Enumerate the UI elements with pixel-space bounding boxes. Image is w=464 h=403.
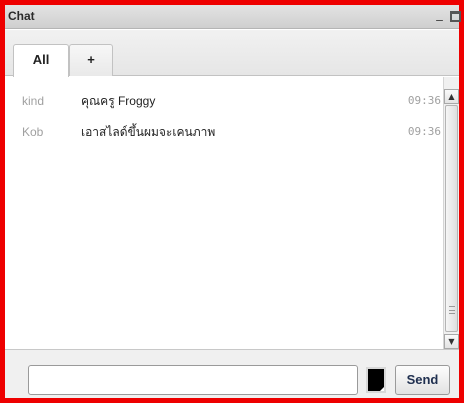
tab-bar: All + bbox=[5, 30, 459, 77]
message-sender[interactable]: Kob bbox=[22, 118, 43, 146]
tab-all[interactable]: All bbox=[13, 44, 69, 77]
message-row: kind คุณครู Froggy 09:36 bbox=[5, 87, 443, 115]
minimize-button[interactable]: _ bbox=[434, 8, 445, 24]
title-bar: Chat _ bbox=[5, 5, 461, 29]
send-button[interactable]: Send bbox=[395, 365, 450, 395]
message-text: คุณครู Froggy bbox=[81, 94, 156, 108]
message-text: เอาสไลด์ขึ้นผมจะเคนภาพ bbox=[81, 125, 216, 139]
message-time: 09:36 bbox=[407, 94, 441, 107]
chat-window: Chat _ All + kind คุณครู Froggy 09:36 Ko… bbox=[0, 0, 464, 403]
message-scrollbar[interactable]: ▲ ▼ bbox=[443, 77, 459, 349]
scroll-thumb[interactable] bbox=[445, 105, 458, 332]
window-title: Chat bbox=[8, 9, 35, 23]
scroll-down-icon[interactable]: ▼ bbox=[444, 334, 459, 349]
message-sender[interactable]: kind bbox=[22, 87, 44, 115]
message-list: kind คุณครู Froggy 09:36 Kob เอาสไลด์ขึ้… bbox=[5, 77, 443, 349]
text-color-picker[interactable] bbox=[366, 367, 386, 393]
message-time: 09:36 bbox=[407, 125, 441, 138]
composer-bar: Send bbox=[5, 349, 459, 398]
scroll-up-icon[interactable]: ▲ bbox=[444, 89, 459, 104]
message-input[interactable] bbox=[28, 365, 358, 395]
add-tab-button[interactable]: + bbox=[69, 44, 113, 76]
maximize-button[interactable] bbox=[450, 11, 461, 22]
message-row: Kob เอาสไลด์ขึ้นผมจะเคนภาพ 09:36 bbox=[5, 118, 443, 146]
grip-icon bbox=[449, 306, 455, 314]
